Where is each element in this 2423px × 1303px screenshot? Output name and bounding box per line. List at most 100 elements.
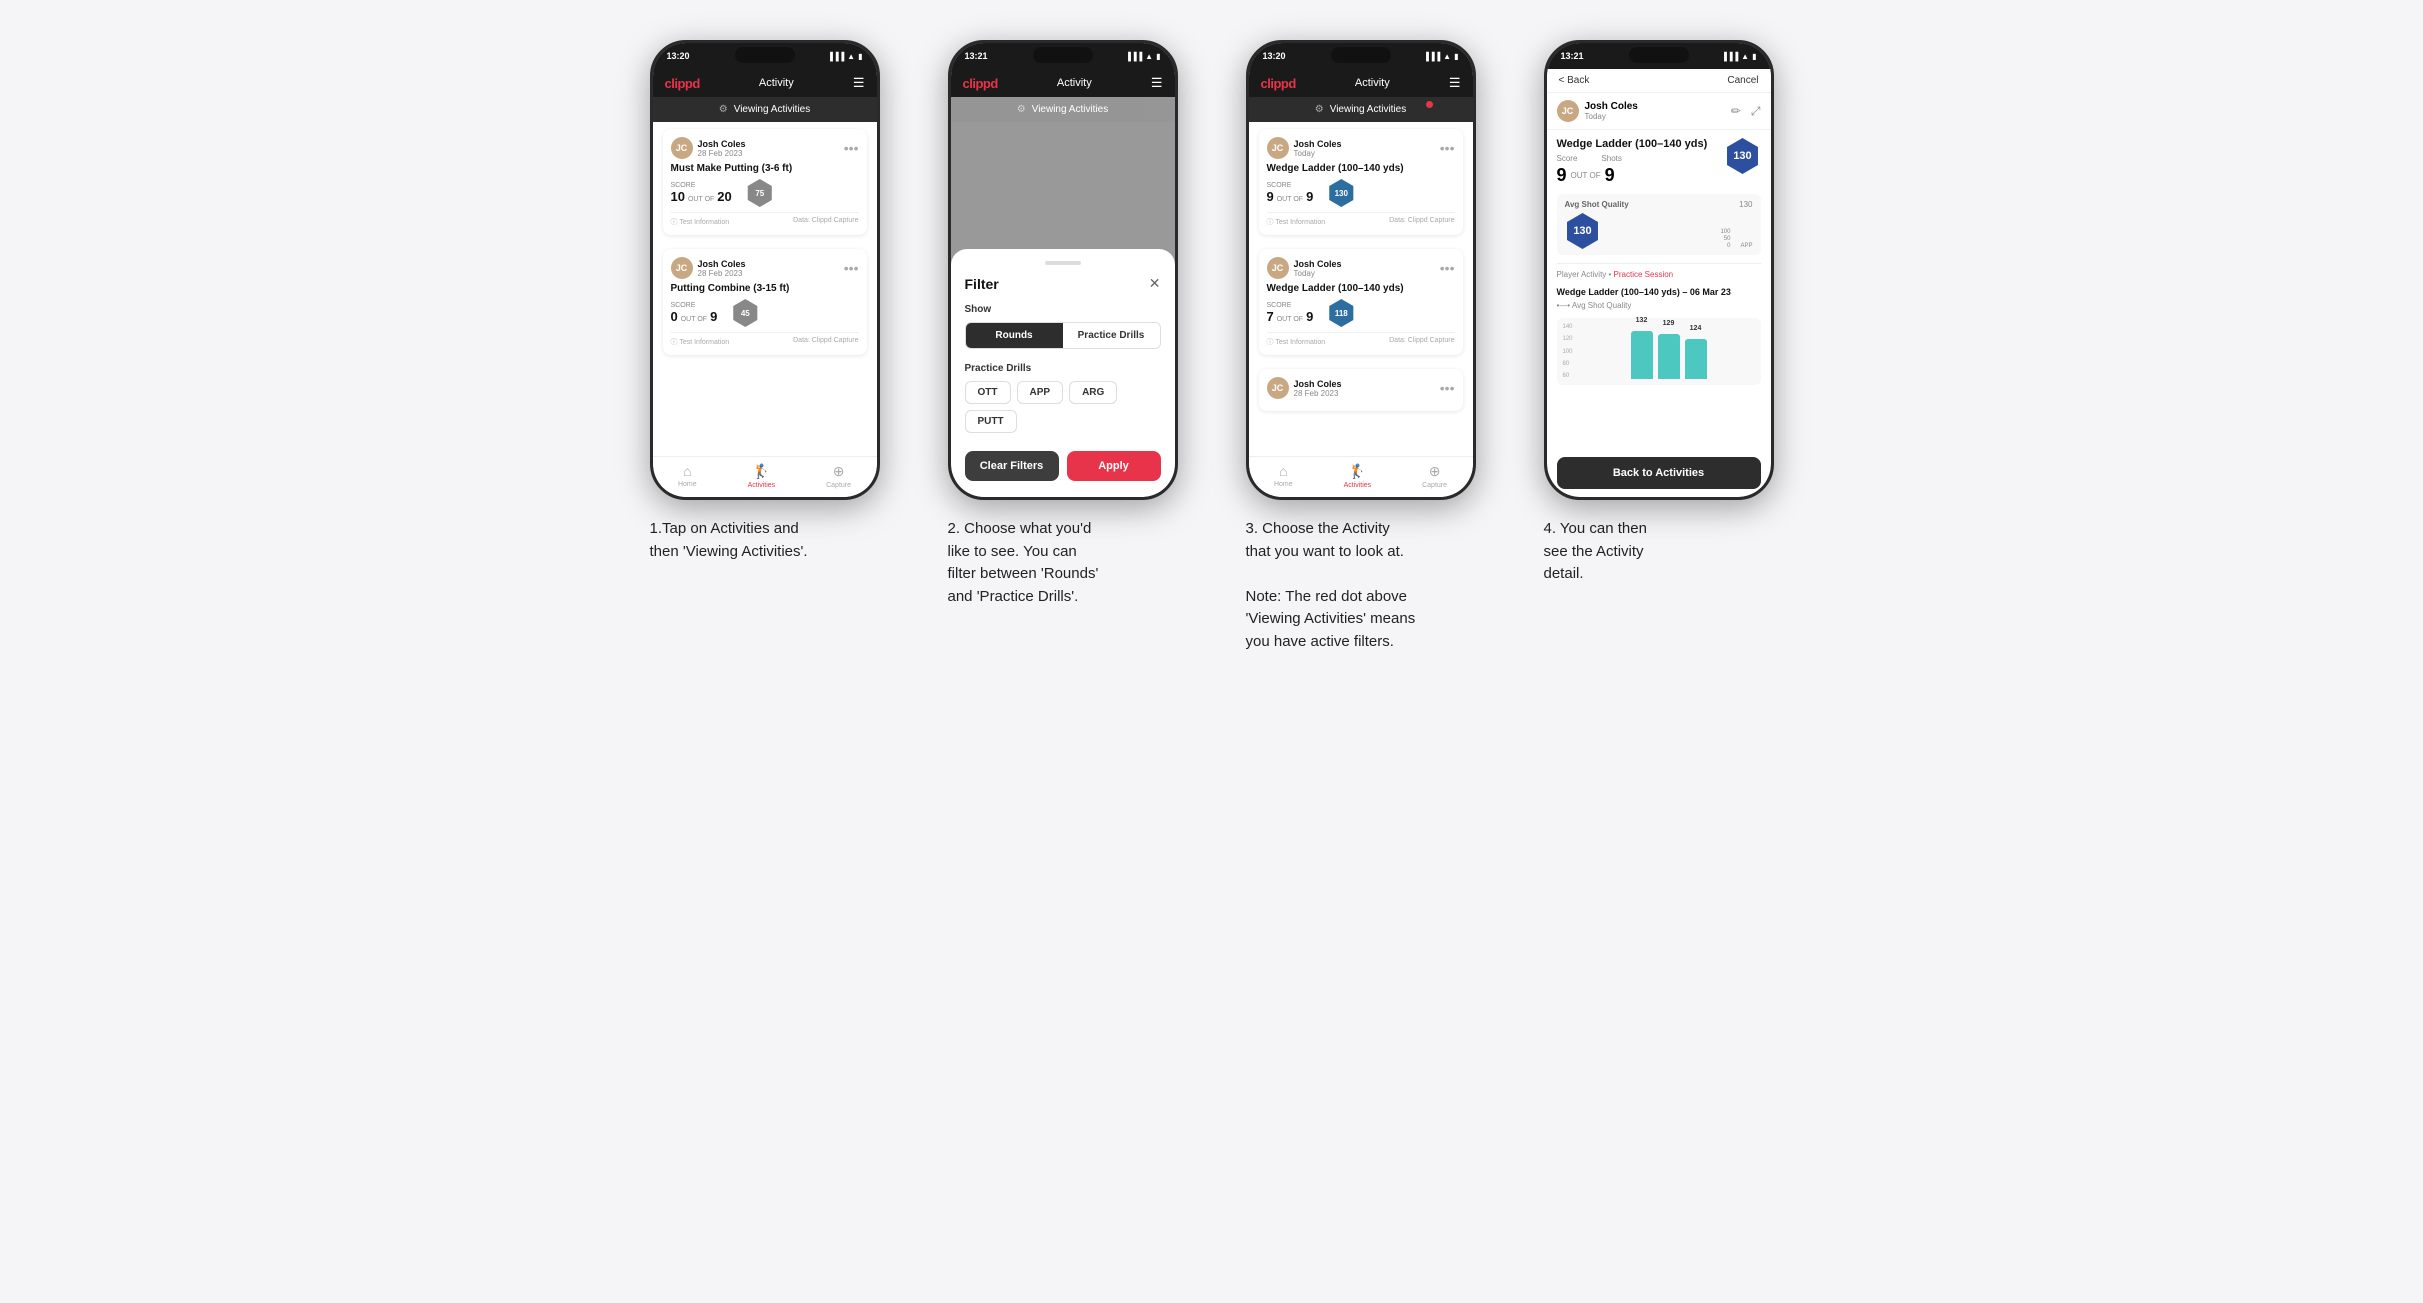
capture-label-3: Capture <box>1422 482 1447 489</box>
hamburger-icon-2[interactable]: ☰ <box>1151 75 1163 91</box>
chart-display: 130 100 50 0 APP <box>1565 213 1753 249</box>
viewing-banner-3[interactable]: ⚙ Viewing Activities <box>1249 97 1473 122</box>
shots-val-1-1: 20 <box>717 189 731 204</box>
viewing-banner-1[interactable]: ⚙ Viewing Activities <box>653 97 877 122</box>
phones-row: 13:20 ▐▐▐ ▲ ▮ clippd Activity ☰ ⚙ <box>630 40 1794 653</box>
app-header-3: clippd Activity ☰ <box>1249 69 1473 97</box>
more-icon-1-1[interactable]: ••• <box>844 141 859 155</box>
score-col-label: Score <box>1557 154 1578 163</box>
nav-home-3[interactable]: ⌂ Home <box>1274 463 1293 489</box>
phone-2: 13:21 ▐▐▐ ▲ ▮ clippd Activity ☰ ⚙ <box>948 40 1178 500</box>
filter-close-icon[interactable]: ✕ <box>1149 275 1161 292</box>
drill-name-3-1: Wedge Ladder (100–140 yds) <box>1267 163 1455 174</box>
notch-4 <box>1629 47 1689 63</box>
practice-session-link[interactable]: Practice Session <box>1614 270 1674 279</box>
app-title-3: Activity <box>1355 77 1390 89</box>
back-btn[interactable]: < Back <box>1559 75 1590 86</box>
user-date-3-2: Today <box>1294 269 1342 278</box>
nav-capture-3[interactable]: ⊕ Capture <box>1422 463 1447 489</box>
phone-col-2: 13:21 ▐▐▐ ▲ ▮ clippd Activity ☰ ⚙ <box>928 40 1198 608</box>
status-time-3: 13:20 <box>1263 51 1286 61</box>
score-val-1-1: 10 <box>671 189 685 204</box>
tag-arg[interactable]: ARG <box>1069 381 1117 404</box>
sq-hex-3-2: 118 <box>1327 299 1355 327</box>
activity-card-3-3[interactable]: JC Josh Coles 28 Feb 2023 ••• <box>1259 369 1463 411</box>
hamburger-icon-3[interactable]: ☰ <box>1449 75 1461 91</box>
avatar-3-3: JC <box>1267 377 1289 399</box>
edit-icon[interactable]: ✏ <box>1731 104 1741 119</box>
avatar-1-1: JC <box>671 137 693 159</box>
card-footer-3-2: ⓘ Test Information Data: Clippd Capture <box>1267 332 1455 347</box>
expand-icon[interactable]: ⤢ <box>1751 104 1761 119</box>
caption-1: 1.Tap on Activities andthen 'Viewing Act… <box>650 518 880 563</box>
phone-col-4: 13:21 ▐▐▐ ▲ ▮ < Back Cancel JC <box>1524 40 1794 586</box>
apply-btn[interactable]: Apply <box>1067 451 1161 481</box>
score-label-3-1: Score <box>1267 182 1314 189</box>
back-to-activities-btn[interactable]: Back to Activities <box>1557 457 1761 489</box>
bar-2: 129 <box>1658 334 1680 379</box>
chart-hex: 130 <box>1565 213 1601 249</box>
activity-card-1-2[interactable]: JC Josh Coles 28 Feb 2023 ••• Putting Co… <box>663 249 867 355</box>
card-stats-3-2: Score 7 OUT OF 9 118 <box>1267 299 1455 327</box>
status-time-1: 13:20 <box>667 51 690 61</box>
home-label-3: Home <box>1274 481 1293 488</box>
status-icons-2: ▐▐▐ ▲ ▮ <box>1125 52 1160 61</box>
status-time-4: 13:21 <box>1561 51 1584 61</box>
avatar-3-2: JC <box>1267 257 1289 279</box>
shots-val-1-2: 9 <box>710 309 717 324</box>
more-icon-1-2[interactable]: ••• <box>844 261 859 275</box>
status-icons-1: ▐▐▐ ▲ ▮ <box>827 52 862 61</box>
footer-left-1-1: ⓘ Test Information <box>671 217 730 227</box>
wifi-icon-3: ▲ <box>1443 52 1451 61</box>
app-logo-2: clippd <box>963 76 998 91</box>
hamburger-icon-1[interactable]: ☰ <box>853 75 865 91</box>
avg-sq-label: Avg Shot Quality <box>1565 200 1629 209</box>
footer-left-1-2: ⓘ Test Information <box>671 337 730 347</box>
user-date-3-1: Today <box>1294 149 1342 158</box>
user-name-3-3: Josh Coles <box>1294 379 1342 389</box>
cancel-btn[interactable]: Cancel <box>1727 75 1758 86</box>
nav-activities-3[interactable]: 🏌 Activities <box>1344 463 1372 489</box>
user-date-1-2: 28 Feb 2023 <box>698 269 746 278</box>
card-user-1-2: JC Josh Coles 28 Feb 2023 <box>671 257 746 279</box>
battery-icon-3: ▮ <box>1454 52 1458 61</box>
phone-1: 13:20 ▐▐▐ ▲ ▮ clippd Activity ☰ ⚙ <box>650 40 880 500</box>
activity-card-3-2[interactable]: JC Josh Coles Today ••• Wedge Ladder (10… <box>1259 249 1463 355</box>
tag-app[interactable]: APP <box>1017 381 1064 404</box>
outof-3-2: OUT OF <box>1277 316 1303 323</box>
more-icon-3-1[interactable]: ••• <box>1440 141 1455 155</box>
tag-putt[interactable]: PUTT <box>965 410 1017 433</box>
rounds-btn[interactable]: Rounds <box>966 323 1063 348</box>
activity-card-3-1[interactable]: JC Josh Coles Today ••• Wedge Ladder (10… <box>1259 129 1463 235</box>
phone-col-3: 13:20 ▐▐▐ ▲ ▮ clippd Activity ☰ ⚙ <box>1226 40 1496 653</box>
activity-card-1-1[interactable]: JC Josh Coles 28 Feb 2023 ••• Must Make … <box>663 129 867 235</box>
user-name-3-1: Josh Coles <box>1294 139 1342 149</box>
user-name-1-1: Josh Coles <box>698 139 746 149</box>
sq-hex-1-2: 45 <box>731 299 759 327</box>
card-user-3-3: JC Josh Coles 28 Feb 2023 <box>1267 377 1342 399</box>
signal-icon-2: ▐▐▐ <box>1125 52 1142 61</box>
user-name-1-2: Josh Coles <box>698 259 746 269</box>
clear-filters-btn[interactable]: Clear Filters <box>965 451 1059 481</box>
user-name-3-2: Josh Coles <box>1294 259 1342 269</box>
chart-area: Avg Shot Quality 130 130 100 50 0 <box>1557 194 1761 255</box>
card-stats-1-1: Score 10 OUT OF 20 75 <box>671 179 859 207</box>
more-icon-3-3[interactable]: ••• <box>1440 381 1455 395</box>
tag-ott[interactable]: OTT <box>965 381 1011 404</box>
capture-icon-3: ⊕ <box>1429 463 1441 480</box>
score-val-3-2: 7 <box>1267 309 1274 324</box>
nav-capture-1[interactable]: ⊕ Capture <box>826 463 851 489</box>
sub-drill-title: Wedge Ladder (100–140 yds) – 06 Mar 23 <box>1557 287 1761 297</box>
capture-icon-1: ⊕ <box>833 463 845 480</box>
drill-name-1-2: Putting Combine (3-15 ft) <box>671 283 859 294</box>
drag-handle <box>1045 261 1081 265</box>
more-icon-3-2[interactable]: ••• <box>1440 261 1455 275</box>
practice-drills-btn[interactable]: Practice Drills <box>1063 323 1160 348</box>
user-date-1-1: 28 Feb 2023 <box>698 149 746 158</box>
chart-right-label: 130 <box>1739 200 1752 209</box>
detail-score: 9 <box>1557 165 1567 186</box>
nav-home-1[interactable]: ⌂ Home <box>678 463 697 489</box>
nav-activities-1[interactable]: 🏌 Activities <box>748 463 776 489</box>
notch-1 <box>735 47 795 63</box>
footer-right-3-2: Data: Clippd Capture <box>1389 337 1454 347</box>
